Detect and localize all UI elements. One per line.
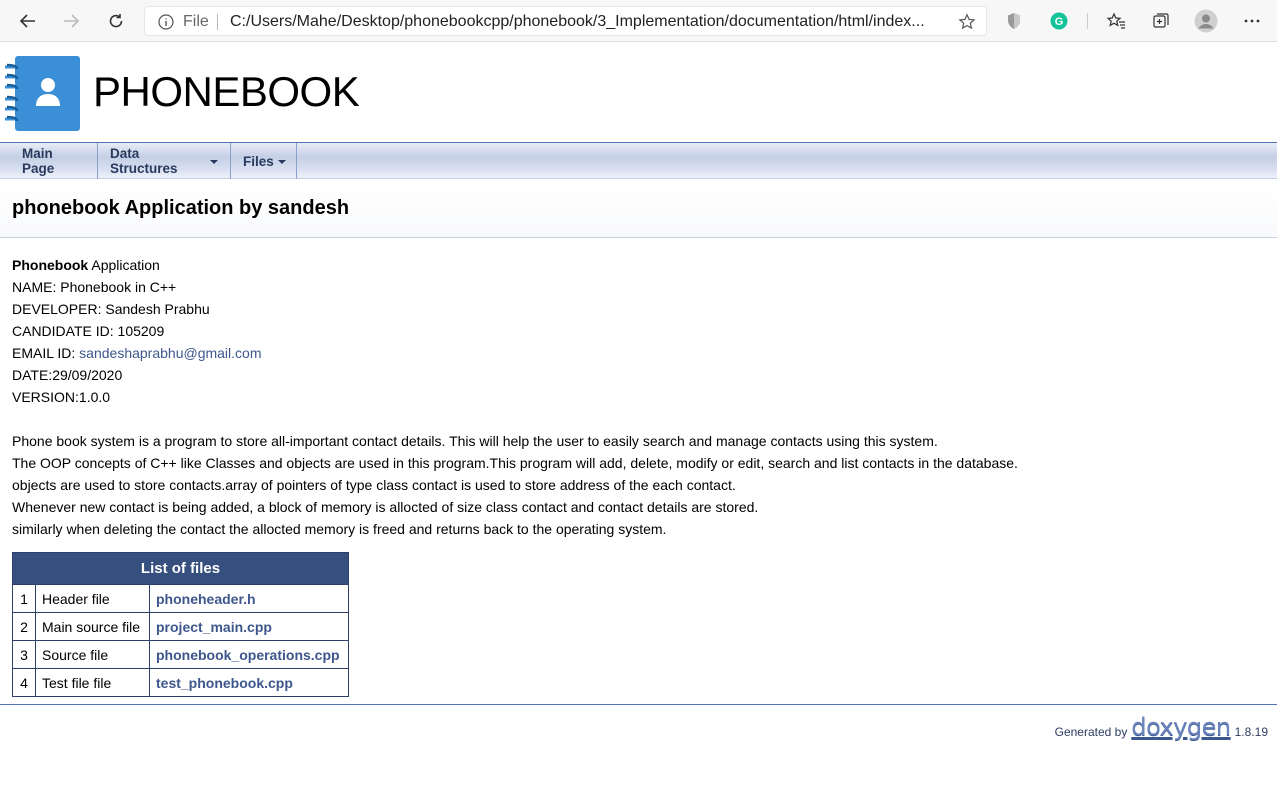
svg-text:G: G [1055,16,1064,28]
row-number: 1 [12,584,36,613]
title-area: PHONEBOOK [0,42,1277,143]
menu-item-main-page[interactable]: Main Page [10,143,98,179]
main-menu: Main Page Data Structures Files [0,143,1277,179]
description-line: Phone book system is a program to store … [12,433,938,449]
menu-item-data-structures[interactable]: Data Structures [98,143,231,179]
table-row: 2 Main source file project_main.cpp [12,612,349,641]
menu-item-label: Main Page [22,146,55,176]
row-description: Test file file [35,668,150,697]
row-description: Main source file [35,612,150,641]
refresh-icon[interactable] [103,8,129,34]
version-line: VERSION:1.0.0 [12,389,111,405]
description-line: objects are used to store contacts.array… [12,477,736,493]
url-text[interactable]: C:/Users/Mahe/Desktop/phonebookcpp/phone… [230,13,950,31]
grammarly-icon[interactable]: G [1049,11,1069,31]
doxygen-version: 1.8.19 [1234,725,1268,739]
address-separator [217,14,218,30]
date-line: DATE:29/09/2020 [12,367,123,383]
row-description: Header file [35,584,150,613]
files-table: List of files 1 Header file phoneheader.… [12,552,349,697]
collections-icon[interactable] [1151,11,1171,31]
intro-bold: Phonebook [12,257,89,273]
toolbar-separator [1087,13,1088,29]
footer-divider [0,704,1277,705]
description-line: Whenever new contact is being added, a b… [12,499,759,515]
profile-avatar-icon[interactable] [1194,9,1218,33]
favorite-star-icon[interactable] [958,13,976,36]
row-number: 3 [12,640,36,669]
file-link[interactable]: test_phonebook.cpp [149,668,349,697]
description-line: The OOP concepts of C++ like Classes and… [12,455,1018,471]
file-link[interactable]: phonebook_operations.cpp [149,640,349,669]
email-link[interactable]: sandeshaprabhu@gmail.com [79,345,261,361]
project-name: PHONEBOOK [93,68,360,115]
favorites-icon[interactable] [1106,11,1126,31]
file-label: File [183,13,209,30]
browser-toolbar: File C:/Users/Mahe/Desktop/phonebookcpp/… [0,0,1277,42]
candidate-line: CANDIDATE ID: 105209 [12,323,165,339]
table-row: 4 Test file file test_phonebook.cpp [12,668,349,697]
file-link[interactable]: phoneheader.h [149,584,349,613]
email-line: EMAIL ID: sandeshaprabhu@gmail.com [12,342,1262,364]
back-icon[interactable] [15,8,41,34]
table-row: 1 Header file phoneheader.h [12,584,349,613]
shield-extension-icon[interactable] [1004,11,1024,31]
dropdown-caret-icon [210,160,218,164]
intro-line: Phonebook Application [12,254,1262,276]
doxygen-logo-link[interactable]: doxygen [1131,715,1231,739]
row-description: Source file [35,640,150,669]
menu-item-label: Data Structures [110,146,178,176]
generated-by-label: Generated by [1054,725,1128,739]
developer-line: DEVELOPER: Sandesh Prabhu [12,301,210,317]
menu-item-label: Files [243,153,274,169]
file-link[interactable]: project_main.cpp [149,612,349,641]
name-line: NAME: Phonebook in C++ [12,279,177,295]
menu-item-files[interactable]: Files [231,143,297,179]
forward-icon[interactable] [58,8,84,34]
address-bar[interactable]: File C:/Users/Mahe/Desktop/phonebookcpp/… [144,6,987,36]
email-label: EMAIL ID: [12,345,80,361]
more-options-icon[interactable] [1242,11,1262,31]
row-number: 2 [12,612,36,641]
dropdown-caret-icon [277,160,286,164]
info-icon[interactable] [158,14,174,35]
description-line: similarly when deleting the contact the … [12,521,667,537]
footer: Generated by doxygen 1.8.19 [1055,715,1268,739]
table-heading: List of files [12,552,349,585]
page-header: phonebook Application by sandesh [0,179,1277,238]
row-number: 4 [12,668,36,697]
page-contents: Phonebook Application NAME: Phonebook in… [12,254,1262,540]
table-header-row: List of files [12,552,349,585]
table-row: 3 Source file phonebook_operations.cpp [12,640,349,669]
intro-rest: Application [88,257,160,273]
phonebook-logo-icon [5,55,81,132]
page-title: phonebook Application by sandesh [12,197,350,219]
